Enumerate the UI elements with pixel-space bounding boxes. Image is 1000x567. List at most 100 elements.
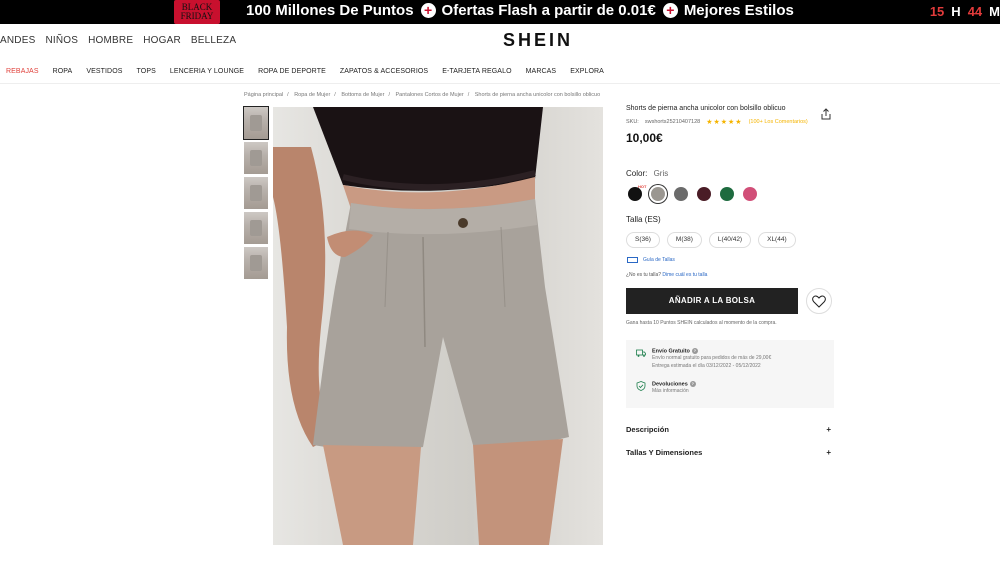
returns-more-info[interactable]: Más información: [652, 387, 696, 395]
breadcrumb-separator: /: [388, 92, 390, 98]
color-value: Gris: [653, 169, 669, 178]
thumbnail-shorts-shape: [250, 255, 262, 271]
subnav-item[interactable]: ZAPATOS & ACCESORIOS: [340, 68, 428, 75]
sku-value: swshorts25210407128: [644, 119, 701, 125]
truck-icon: [636, 349, 646, 357]
product-thumbnail[interactable]: [243, 106, 269, 140]
category-link[interactable]: HOGAR: [143, 35, 181, 46]
shield-check-icon: [636, 381, 646, 391]
sku-label: SKU:: [626, 119, 639, 125]
accordion-sizes[interactable]: Tallas Y Dimensiones +: [626, 448, 834, 462]
plus-icon: +: [826, 448, 831, 457]
share-icon[interactable]: [820, 107, 832, 120]
shipping-text: Envío Gratuito? Envío normal gratuito pa…: [652, 348, 771, 370]
color-swatch[interactable]: [720, 187, 734, 201]
promo-item: Mejores Estilos: [683, 2, 794, 19]
product-thumbnail[interactable]: [244, 142, 268, 174]
thumbnail-shorts-shape: [250, 220, 262, 236]
shipping-line-1: Envío normal gratuito para pedidos de má…: [652, 355, 772, 362]
share-icon-svg: [821, 108, 831, 120]
subnav-item[interactable]: ROPA DE DEPORTE: [258, 68, 326, 75]
category-link[interactable]: HOMBRE: [88, 35, 133, 46]
thumbnail-shorts-shape: [250, 115, 262, 131]
subnav-item[interactable]: EXPLORA: [570, 68, 604, 75]
logo-line-2: FRIDAY: [180, 11, 214, 21]
accordion-description[interactable]: Descripción +: [626, 425, 834, 439]
color-label-row: Color: Gris: [626, 169, 668, 178]
breadcrumb-link[interactable]: Pantalones Cortos de Mujer: [396, 92, 464, 98]
countdown-hours: 15: [929, 4, 945, 19]
product-main-image[interactable]: [273, 107, 603, 545]
size-option[interactable]: L(40/42): [708, 232, 752, 248]
product-thumbnail[interactable]: [244, 177, 268, 209]
site-logo[interactable]: SHEIN: [503, 30, 573, 51]
breadcrumb-separator: /: [467, 92, 470, 98]
plus-icon: +: [826, 425, 831, 434]
breadcrumb-link[interactable]: Bottoms de Mujer: [341, 92, 384, 98]
review-count-link[interactable]: (100+ Los Comentarios): [749, 119, 808, 125]
thumbnail-list: [243, 106, 269, 282]
plus-icon: +: [662, 3, 678, 18]
category-link[interactable]: ANDES: [0, 35, 35, 46]
size-label: Talla (ES): [626, 215, 661, 224]
promo-item: 100 Millones De Puntos: [246, 2, 414, 19]
rating-stars[interactable]: ★★★★★: [706, 118, 742, 126]
subnav-item[interactable]: MARCAS: [526, 68, 557, 75]
product-price: 10,00€: [626, 131, 663, 145]
product-thumbnail[interactable]: [244, 247, 268, 279]
size-option[interactable]: XL(44): [758, 232, 796, 248]
help-icon[interactable]: ?: [689, 381, 696, 387]
thumbnail-shorts-shape: [250, 150, 262, 166]
shipping-line-2: Entrega estimada el día 03/12/2022 - 05/…: [652, 363, 761, 370]
color-swatch[interactable]: [697, 187, 711, 201]
size-help-link[interactable]: Dime cuál es tu talla: [662, 272, 707, 278]
ruler-icon: [627, 257, 638, 263]
wishlist-button[interactable]: [806, 288, 832, 314]
subnav-item-rebajas[interactable]: REBAJAS: [6, 68, 39, 75]
countdown-m-label: M: [989, 4, 1000, 19]
shipping-info: Envío Gratuito? Envío normal gratuito pa…: [636, 348, 771, 370]
returns-info: Devoluciones? Más información: [636, 381, 696, 395]
countdown-h-label: H: [951, 4, 961, 19]
heart-icon: [812, 295, 826, 308]
breadcrumb-link[interactable]: Ropa de Mujer: [294, 92, 330, 98]
points-note: Gana hasta 10 Puntos SHEIN calculados al…: [626, 320, 777, 326]
size-option[interactable]: S(36): [626, 232, 660, 248]
color-swatch[interactable]: [674, 187, 688, 201]
breadcrumb-current: Shorts de pierna ancha unicolor con bols…: [474, 92, 601, 98]
site-header: ANDES NIÑOS HOMBRE HOGAR BELLEZA SHEIN: [0, 24, 1000, 59]
shipping-box: Envío Gratuito? Envío normal gratuito pa…: [626, 340, 834, 408]
color-swatch[interactable]: [628, 187, 642, 201]
breadcrumb-link[interactable]: Página principal: [244, 92, 283, 98]
color-swatch[interactable]: [743, 187, 757, 201]
returns-text: Devoluciones? Más información: [652, 381, 696, 395]
size-guide-link[interactable]: Guía de Tallas: [627, 257, 675, 263]
accordion-title: Descripción: [626, 425, 669, 434]
size-guide-label: Guía de Tallas: [643, 257, 675, 263]
category-link[interactable]: NIÑOS: [45, 35, 78, 46]
size-help-question: ¿No es tu talla?: [626, 272, 662, 278]
category-nav: ANDES NIÑOS HOMBRE HOGAR BELLEZA: [0, 35, 236, 46]
product-title: Shorts de pierna ancha unicolor con bols…: [626, 105, 786, 112]
promo-item: Ofertas Flash a partir de 0.01€: [441, 2, 656, 19]
size-help: ¿No es tu talla? Dime cuál es tu talla: [626, 272, 707, 278]
subnav-item[interactable]: TOPS: [137, 68, 156, 75]
promo-banner[interactable]: BLACK FRIDAY 100 Millones De Puntos + Of…: [0, 0, 1000, 24]
accordion-title: Tallas Y Dimensiones: [626, 448, 703, 457]
product-thumbnail[interactable]: [244, 212, 268, 244]
help-icon[interactable]: ?: [691, 348, 698, 354]
thumbnail-shorts-shape: [250, 185, 262, 201]
plus-icon: +: [420, 3, 436, 18]
subnav-item[interactable]: LENCERIA Y LOUNGE: [170, 68, 244, 75]
subnav-item[interactable]: E-TARJETA REGALO: [442, 68, 511, 75]
add-to-bag-button[interactable]: AÑADIR A LA BOLSA: [626, 288, 798, 314]
subnav-item[interactable]: VESTIDOS: [86, 68, 122, 75]
product-info: Shorts de pierna ancha unicolor con bols…: [626, 105, 834, 112]
size-option[interactable]: M(38): [666, 232, 702, 248]
color-label: Color:: [626, 169, 648, 178]
color-swatch-selected[interactable]: [651, 187, 665, 201]
breadcrumb-separator: /: [287, 92, 289, 98]
subnav-item[interactable]: ROPA: [53, 68, 73, 75]
breadcrumb: Página principal / Ropa de Mujer / Bottoms…: [244, 92, 600, 98]
category-link[interactable]: BELLEZA: [191, 35, 236, 46]
